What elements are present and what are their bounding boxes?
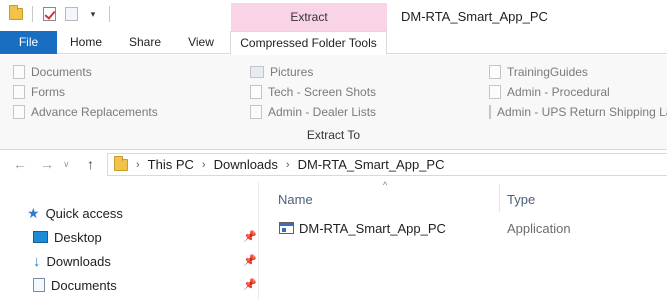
folder-icon: [13, 85, 25, 99]
address-bar[interactable]: › This PC › Downloads › DM-RTA_Smart_App…: [107, 153, 667, 176]
tab-compressed-folder-tools[interactable]: Compressed Folder Tools: [230, 31, 387, 55]
destination-column: Documents Forms Advance Replacements: [13, 62, 233, 122]
tab-home[interactable]: Home: [63, 31, 109, 54]
chevron-right-icon[interactable]: ›: [286, 159, 290, 171]
sidebar-item-downloads[interactable]: ↓ Downloads: [33, 250, 111, 272]
extract-context-header: Extract: [231, 3, 387, 31]
document-icon: [13, 65, 25, 79]
destination-label: Pictures: [270, 65, 314, 79]
new-folder-icon[interactable]: [63, 6, 79, 22]
breadcrumb-this-pc[interactable]: This PC: [148, 157, 194, 172]
star-icon: ★: [27, 204, 40, 221]
folder-icon: [114, 155, 128, 171]
column-header-name[interactable]: Name: [278, 192, 313, 207]
title-bar: ▾ Extract DM-RTA_Smart_App_PC: [0, 0, 667, 31]
navigation-pane: ★ Quick access Desktop ↓ Downloads Docum…: [0, 182, 259, 299]
destination-advance-replacements[interactable]: Advance Replacements: [13, 102, 233, 122]
sidebar-item-quick-access[interactable]: ★ Quick access: [27, 202, 123, 224]
chevron-right-icon[interactable]: ›: [136, 159, 140, 171]
destination-label: Admin - UPS Return Shipping Labels: [497, 105, 667, 119]
folder-icon: [250, 105, 262, 119]
sidebar-item-label: Downloads: [46, 253, 111, 269]
file-name: DM-RTA_Smart_App_PC: [299, 221, 446, 236]
folder-icon: [489, 85, 501, 99]
sidebar-item-label: Documents: [51, 277, 117, 293]
folder-icon[interactable]: [8, 5, 24, 22]
window-title: DM-RTA_Smart_App_PC: [401, 9, 548, 24]
toolbar-divider: [109, 6, 110, 22]
file-type: Application: [507, 221, 571, 236]
folder-icon: [489, 65, 501, 79]
properties-check-icon[interactable]: [41, 6, 57, 22]
ribbon-group-label: Extract To: [306, 128, 361, 142]
column-header-type[interactable]: Type: [507, 192, 535, 207]
sidebar-item-label: Quick access: [45, 205, 123, 221]
destination-label: Admin - Procedural: [507, 85, 610, 99]
destination-tech-screen-shots[interactable]: Tech - Screen Shots: [250, 82, 480, 102]
destination-documents[interactable]: Documents: [13, 62, 233, 82]
ribbon-panel: Documents Forms Advance Replacements Pic…: [0, 55, 667, 150]
customize-dropdown-icon[interactable]: ▾: [85, 6, 101, 22]
folder-icon: [13, 105, 25, 119]
destination-label: Tech - Screen Shots: [268, 85, 377, 99]
download-arrow-icon: ↓: [33, 252, 41, 270]
tab-share[interactable]: Share: [124, 31, 166, 54]
folder-icon: [250, 85, 262, 99]
destination-admin-dealer-lists[interactable]: Admin - Dealer Lists: [250, 102, 480, 122]
quick-access-toolbar: ▾: [8, 5, 112, 22]
forward-arrow-icon[interactable]: →: [40, 156, 54, 172]
application-icon: [279, 222, 294, 234]
sidebar-item-desktop[interactable]: Desktop: [33, 226, 102, 248]
destination-forms[interactable]: Forms: [13, 82, 233, 102]
chevron-right-icon[interactable]: ›: [202, 159, 206, 171]
breadcrumb-downloads[interactable]: Downloads: [214, 157, 278, 172]
ribbon-tabs: File Home Share View Compressed Folder T…: [0, 31, 667, 55]
pictures-icon: [250, 66, 264, 78]
back-arrow-icon[interactable]: ←: [13, 156, 27, 172]
destination-label: Admin - Dealer Lists: [268, 105, 377, 119]
destination-label: TrainingGuides: [507, 65, 588, 79]
pin-icon[interactable]: 📌: [243, 254, 257, 267]
sort-ascending-icon: ^: [383, 180, 388, 190]
destination-column: TrainingGuides Admin - Procedural Admin …: [489, 62, 667, 122]
desktop-icon: [33, 231, 48, 243]
destination-trainingguides[interactable]: TrainingGuides: [489, 62, 667, 82]
pin-icon[interactable]: 📌: [243, 278, 257, 291]
file-list: ^ Name Type DM-RTA_Smart_App_PC Applicat…: [260, 180, 667, 299]
sidebar-item-label: Desktop: [54, 229, 102, 245]
folder-icon: [489, 105, 491, 119]
toolbar-divider: [32, 6, 33, 22]
column-divider[interactable]: [499, 184, 500, 212]
recent-locations-chevron-icon[interactable]: ∨: [63, 159, 70, 170]
destination-pictures[interactable]: Pictures: [250, 62, 480, 82]
destination-label: Forms: [31, 85, 65, 99]
destination-admin-ups-return-shipping-labels[interactable]: Admin - UPS Return Shipping Labels: [489, 102, 667, 122]
destination-label: Documents: [31, 65, 92, 79]
destination-admin-procedural[interactable]: Admin - Procedural: [489, 82, 667, 102]
up-arrow-icon[interactable]: ↑: [87, 156, 94, 172]
sidebar-item-documents[interactable]: Documents: [33, 274, 117, 296]
table-row[interactable]: DM-RTA_Smart_App_PC Application: [260, 218, 667, 240]
navigation-bar: ← → ∨ ↑ › This PC › Downloads › DM-RTA_S…: [0, 150, 667, 180]
destination-label: Advance Replacements: [31, 105, 158, 119]
tab-file[interactable]: File: [0, 31, 57, 54]
tab-view[interactable]: View: [182, 31, 220, 54]
destination-column: Pictures Tech - Screen Shots Admin - Dea…: [250, 62, 480, 122]
pin-icon[interactable]: 📌: [243, 230, 257, 243]
documents-icon: [33, 278, 45, 292]
breadcrumb-current-folder[interactable]: DM-RTA_Smart_App_PC: [298, 157, 445, 172]
